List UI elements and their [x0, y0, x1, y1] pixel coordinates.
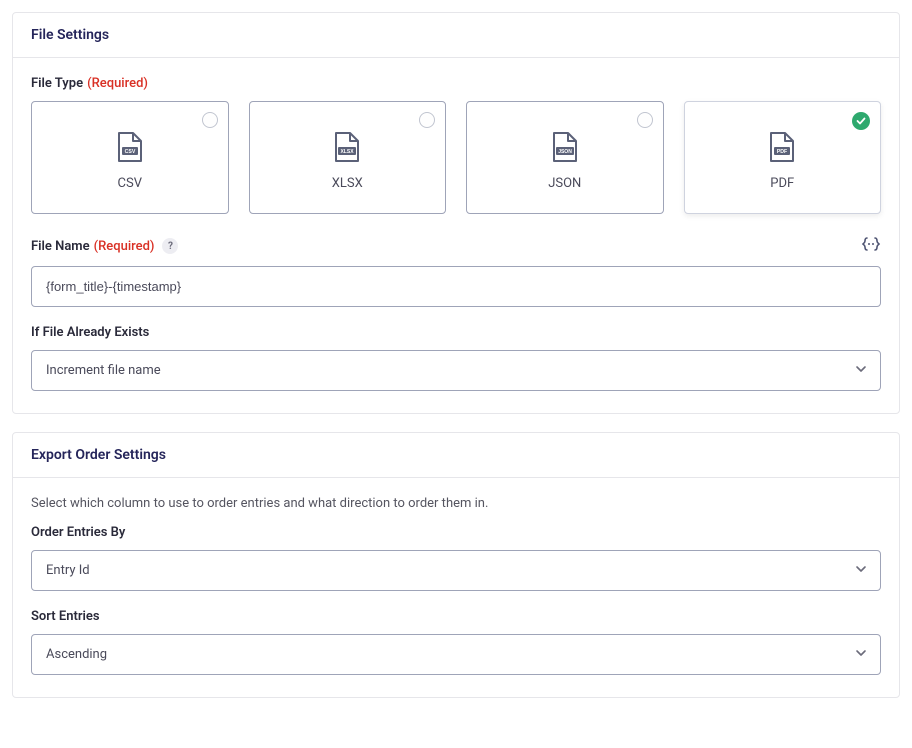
file-settings-title: File Settings — [13, 13, 899, 58]
svg-text:PDF: PDF — [777, 149, 787, 155]
radio-checked-icon — [852, 112, 870, 130]
file-name-required: (Required) — [94, 239, 155, 254]
file-type-option-csv[interactable]: CSV CSV — [31, 101, 229, 214]
export-order-body: Select which column to use to order entr… — [13, 478, 899, 697]
svg-text:CSV: CSV — [124, 149, 135, 155]
file-type-option-pdf[interactable]: PDF PDF — [684, 101, 882, 214]
sort-entries-select-wrap: Ascending — [31, 634, 881, 675]
csv-file-icon: CSV — [113, 130, 147, 164]
pdf-file-icon: PDF — [765, 130, 799, 164]
svg-text:JSON: JSON — [558, 149, 572, 155]
file-settings-body: File Type (Required) CSV CSV — [13, 58, 899, 413]
file-name-label-row: File Name (Required) ? — [31, 236, 881, 256]
sort-entries-select[interactable]: Ascending — [31, 634, 881, 675]
export-order-title: Export Order Settings — [13, 433, 899, 478]
if-exists-select[interactable]: Increment file name — [31, 350, 881, 391]
file-type-option-json[interactable]: JSON JSON — [466, 101, 664, 214]
if-exists-select-wrap: Increment file name — [31, 350, 881, 391]
svg-text:XLSX: XLSX — [341, 149, 355, 155]
file-type-label: File Type — [31, 76, 83, 91]
file-type-option-xlsx[interactable]: XLSX XLSX — [249, 101, 447, 214]
radio-unchecked-icon — [419, 112, 435, 128]
sort-entries-label: Sort Entries — [31, 609, 881, 624]
xlsx-file-icon: XLSX — [330, 130, 364, 164]
json-file-icon: JSON — [548, 130, 582, 164]
file-type-option-label: JSON — [477, 176, 653, 191]
file-name-input[interactable] — [31, 266, 881, 307]
order-by-select[interactable]: Entry Id — [31, 550, 881, 591]
file-type-option-label: PDF — [695, 176, 871, 191]
file-type-label-row: File Type (Required) — [31, 76, 881, 91]
file-type-required: (Required) — [87, 76, 148, 91]
export-order-description: Select which column to use to order entr… — [31, 496, 881, 511]
file-type-options: CSV CSV XLSX XLSX — [31, 101, 881, 214]
file-settings-section: File Settings File Type (Required) CSV C… — [12, 12, 900, 414]
order-by-label: Order Entries By — [31, 525, 881, 540]
file-type-option-label: XLSX — [260, 176, 436, 191]
order-by-select-wrap: Entry Id — [31, 550, 881, 591]
file-name-label: File Name — [31, 239, 90, 254]
file-type-option-label: CSV — [42, 176, 218, 191]
merge-tag-icon[interactable] — [861, 236, 881, 256]
help-icon[interactable]: ? — [162, 238, 178, 254]
radio-unchecked-icon — [202, 112, 218, 128]
export-order-section: Export Order Settings Select which colum… — [12, 432, 900, 698]
if-exists-label: If File Already Exists — [31, 325, 881, 340]
radio-unchecked-icon — [637, 112, 653, 128]
